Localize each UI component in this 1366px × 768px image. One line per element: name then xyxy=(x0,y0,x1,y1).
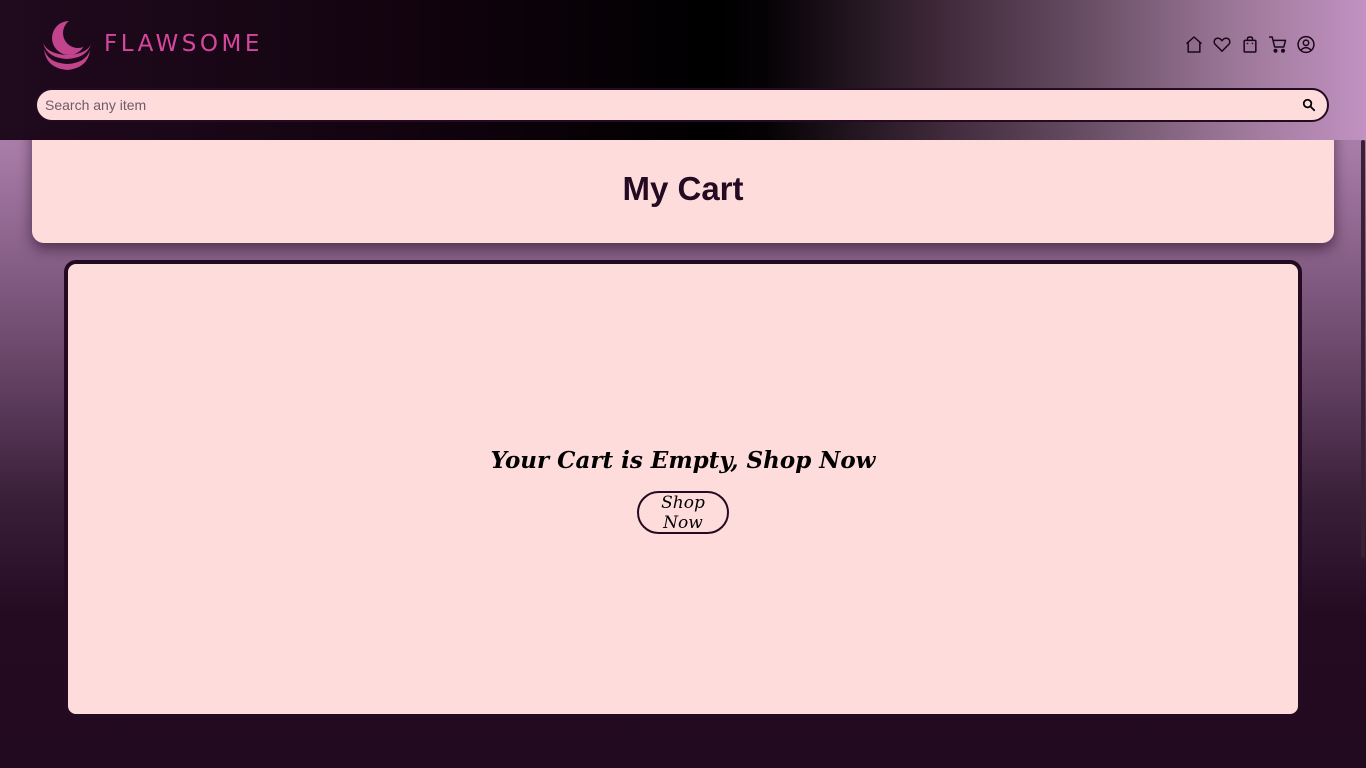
empty-cart-message: Your Cart is Empty, Shop Now xyxy=(490,447,876,474)
page-title: My Cart xyxy=(622,170,744,207)
shopping-bag-icon[interactable] xyxy=(1240,32,1260,56)
user-icon[interactable] xyxy=(1296,32,1316,56)
cart-icon[interactable] xyxy=(1268,32,1288,56)
heart-icon[interactable] xyxy=(1212,32,1232,56)
page-scrollbar[interactable] xyxy=(1360,140,1366,768)
brand-logo[interactable]: FLAWSOME xyxy=(42,16,263,72)
header-nav xyxy=(1184,32,1316,56)
site-header: FLAWSOME xyxy=(0,0,1366,140)
search-input[interactable] xyxy=(37,90,1295,120)
brand-name: FLAWSOME xyxy=(104,31,263,57)
search-icon[interactable] xyxy=(1295,91,1323,119)
moon-logo-icon xyxy=(43,21,91,70)
shop-now-button[interactable]: Shop Now xyxy=(637,491,729,534)
home-icon[interactable] xyxy=(1184,32,1204,56)
search-bar xyxy=(35,88,1329,122)
scrollbar-thumb[interactable] xyxy=(1361,140,1365,558)
cart-panel: Your Cart is Empty, Shop Now Shop Now xyxy=(64,260,1302,718)
